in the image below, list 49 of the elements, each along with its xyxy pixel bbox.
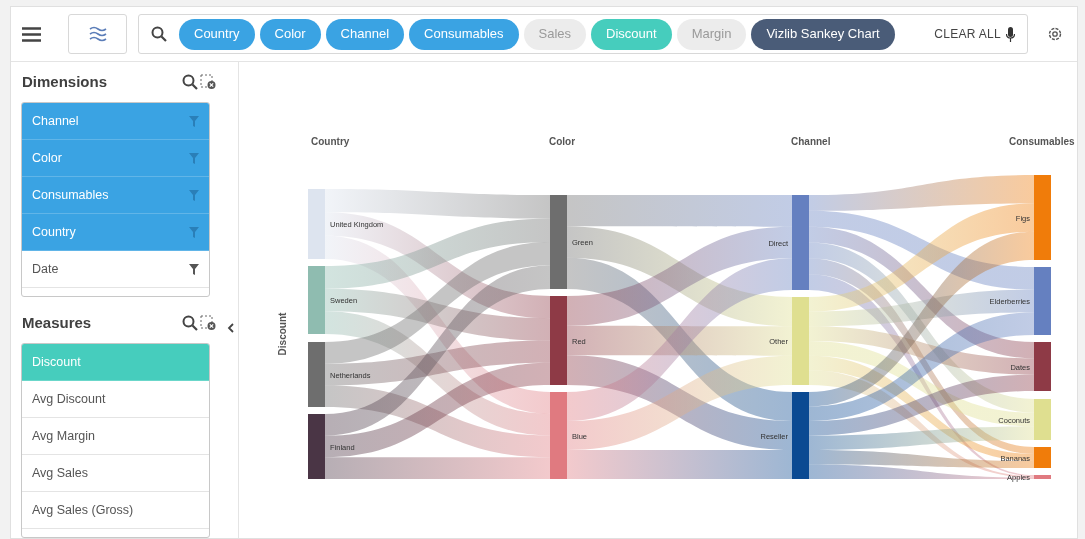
clear-all-button[interactable]: CLEAR ALL: [934, 25, 1001, 43]
field-chip[interactable]: Color: [259, 18, 321, 50]
field-chip[interactable]: Sales: [523, 18, 587, 50]
sankey-node[interactable]: [550, 195, 567, 289]
sankey-node[interactable]: [1034, 447, 1051, 468]
field-list-item[interactable]: Country: [22, 214, 209, 251]
column-header: Country: [311, 136, 350, 147]
field-chip[interactable]: Channel: [325, 18, 405, 50]
clear-selection-icon[interactable]: [200, 74, 216, 90]
sankey-node[interactable]: [308, 342, 325, 407]
field-list-item[interactable]: Consumables: [22, 177, 209, 214]
sankey-node[interactable]: [550, 392, 567, 479]
sankey-node[interactable]: [1034, 175, 1051, 260]
sankey-node[interactable]: [550, 296, 567, 385]
column-header: Channel: [791, 136, 831, 147]
sankey-node[interactable]: [308, 189, 325, 259]
field-list-item[interactable]: Color: [22, 140, 209, 177]
sankey-node[interactable]: [1034, 267, 1051, 335]
field-chip[interactable]: Vizlib Sankey Chart: [751, 18, 895, 50]
section-title: Measures: [22, 312, 92, 333]
field-list-item[interactable]: Discount: [22, 344, 209, 381]
field-chip[interactable]: Consumables: [409, 18, 519, 50]
sankey-node[interactable]: [1034, 342, 1051, 391]
search-icon[interactable]: [151, 26, 167, 42]
sankey-node[interactable]: [1034, 399, 1051, 440]
collapse-icon[interactable]: [227, 323, 234, 333]
filter-icon[interactable]: [189, 263, 199, 275]
microphone-icon[interactable]: [1006, 26, 1015, 42]
field-chip[interactable]: Country: [179, 18, 255, 50]
field-chip[interactable]: Discount: [591, 18, 672, 50]
sankey-node[interactable]: [308, 414, 325, 479]
sankey-node[interactable]: [308, 266, 325, 334]
sankey-node[interactable]: [792, 392, 809, 479]
axis-title: Discount: [277, 312, 288, 356]
field-chip[interactable]: Margin: [676, 18, 747, 50]
sankey-node[interactable]: [792, 195, 809, 290]
column-header: Consumables: [1009, 136, 1075, 147]
sankey-node[interactable]: [1034, 475, 1051, 479]
column-header: Color: [549, 136, 576, 147]
sankey-node[interactable]: [792, 297, 809, 385]
waves-icon: [88, 26, 107, 42]
field-list-item[interactable]: Channel: [22, 103, 209, 140]
section-title: Dimensions: [22, 71, 108, 92]
settings-icon[interactable]: [1047, 26, 1063, 42]
menu-icon[interactable]: [22, 26, 41, 42]
search-icon[interactable]: [182, 315, 198, 331]
clear-selection-icon[interactable]: [200, 315, 216, 331]
chart-type-button[interactable]: [68, 14, 127, 54]
search-icon[interactable]: [182, 74, 198, 90]
